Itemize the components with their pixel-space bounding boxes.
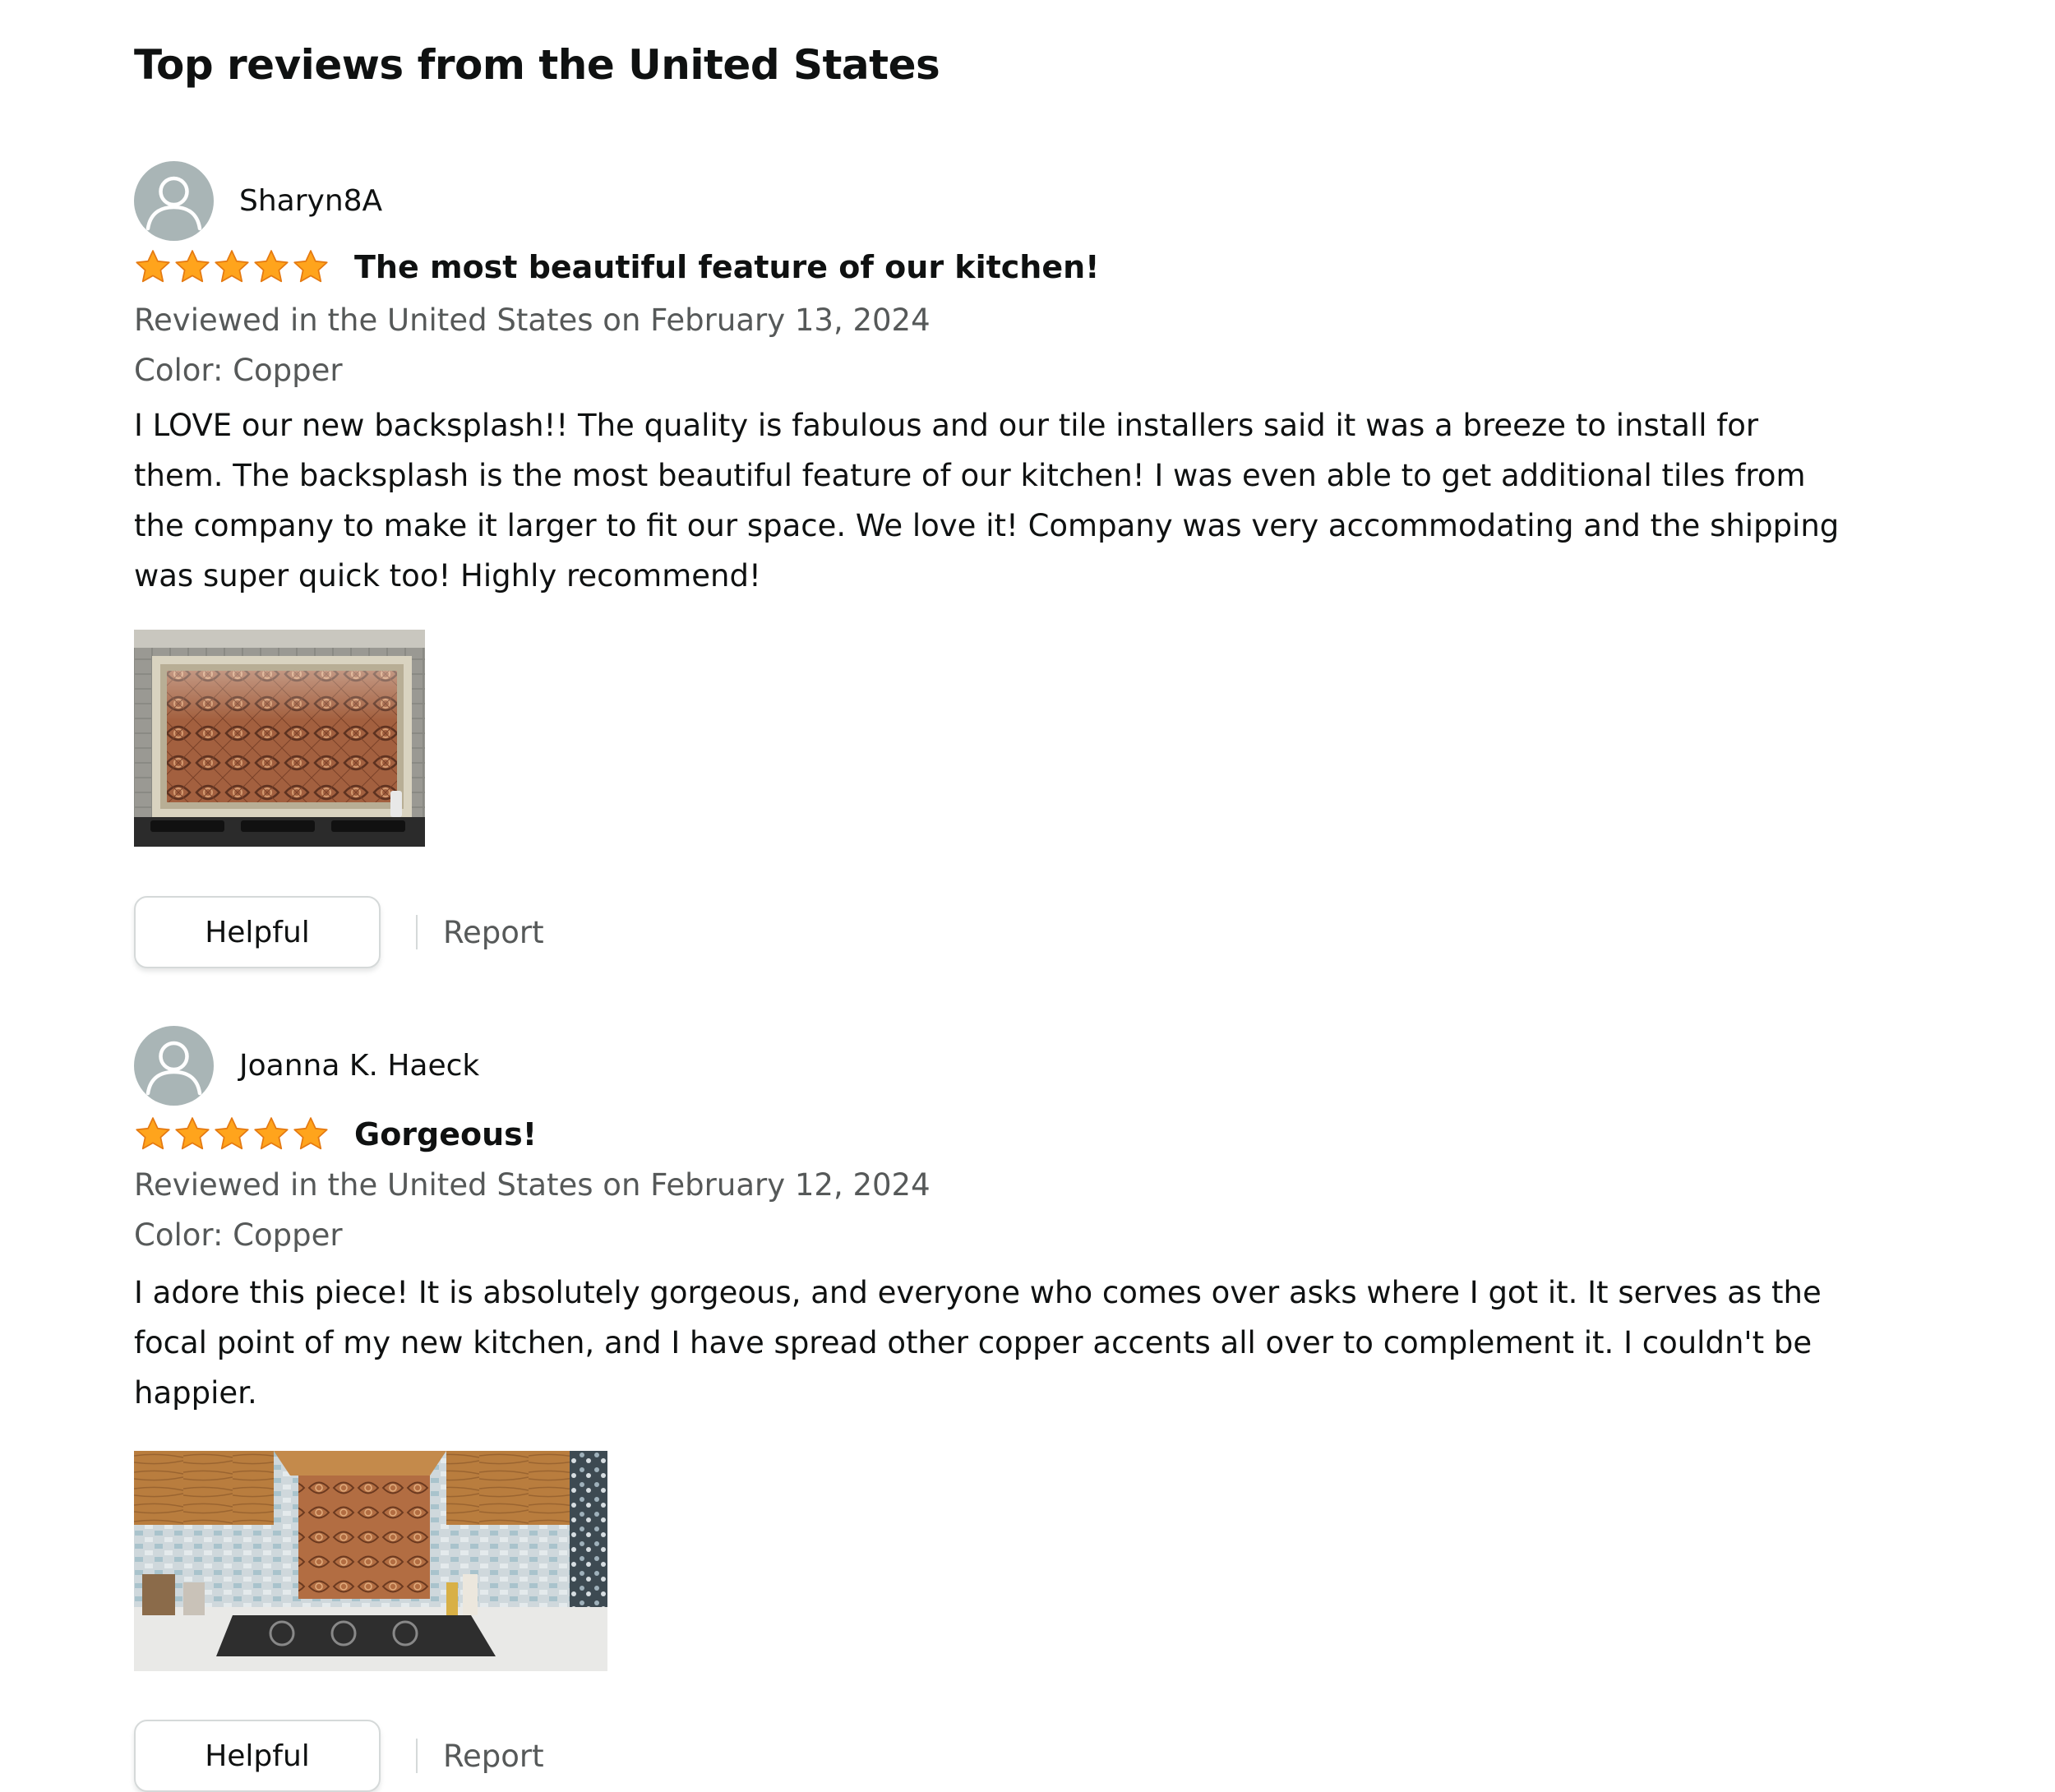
review-title[interactable]: The most beautiful feature of our kitche… xyxy=(354,249,1100,285)
review-card: Sharyn8A The most beautiful feature of o… xyxy=(134,159,1967,981)
review-variant[interactable]: Color: Copper xyxy=(134,1217,343,1253)
helpful-button[interactable]: Helpful xyxy=(134,1720,381,1792)
section-title: Top reviews from the United States xyxy=(134,41,940,89)
review-title[interactable]: Gorgeous! xyxy=(354,1116,537,1152)
star-rating[interactable] xyxy=(134,248,330,286)
star-rating[interactable] xyxy=(134,1115,330,1153)
review-image-thumbnail[interactable] xyxy=(134,1451,607,1671)
star-icon xyxy=(134,248,172,286)
report-link[interactable]: Report xyxy=(443,915,544,950)
review-actions: Helpful Report xyxy=(134,1720,544,1792)
review-text: I LOVE our new backsplash!! The quality … xyxy=(134,408,1840,593)
star-icon xyxy=(252,1115,290,1153)
star-icon xyxy=(213,248,251,286)
star-icon xyxy=(173,248,211,286)
review-variant[interactable]: Color: Copper xyxy=(134,353,343,388)
review-text: I adore this piece! It is absolutely gor… xyxy=(134,1275,1822,1411)
star-icon xyxy=(173,1115,211,1153)
star-icon xyxy=(292,248,330,286)
star-icon xyxy=(213,1115,251,1153)
star-icon xyxy=(134,1115,172,1153)
divider xyxy=(416,915,418,949)
avatar-icon xyxy=(134,1025,214,1106)
star-icon xyxy=(292,1115,330,1153)
rating-row: Gorgeous! xyxy=(134,1111,537,1157)
rating-row: The most beautiful feature of our kitche… xyxy=(134,244,1100,290)
reviewer-name[interactable]: Joanna K. Haeck xyxy=(239,1049,479,1083)
star-icon xyxy=(252,248,290,286)
divider xyxy=(416,1739,418,1773)
report-link[interactable]: Report xyxy=(443,1739,544,1774)
avatar-icon xyxy=(134,160,214,241)
review-image-thumbnail[interactable] xyxy=(134,630,425,847)
reviewer-profile[interactable]: Sharyn8A xyxy=(134,159,382,242)
review-actions: Helpful Report xyxy=(134,896,544,968)
reviewer-name[interactable]: Sharyn8A xyxy=(239,184,382,218)
reviewer-profile[interactable]: Joanna K. Haeck xyxy=(134,1024,479,1106)
review-card: Joanna K. Haeck Gorgeous! Reviewed in th… xyxy=(134,1024,1967,1792)
review-date: Reviewed in the United States on Februar… xyxy=(134,303,931,338)
review-date: Reviewed in the United States on Februar… xyxy=(134,1167,931,1203)
helpful-button[interactable]: Helpful xyxy=(134,896,381,968)
